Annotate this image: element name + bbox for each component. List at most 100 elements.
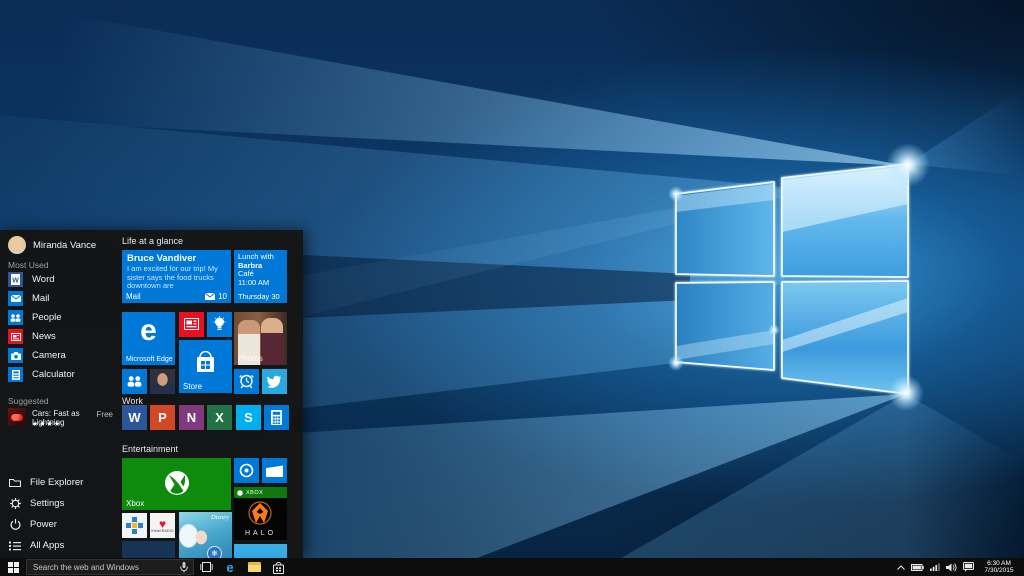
tile-movies-tv[interactable] [262, 458, 287, 483]
sidebar-item-news[interactable]: News [8, 329, 112, 344]
calculator-icon [271, 410, 282, 425]
system-items: File Explorer Settings Power All Apps [0, 472, 118, 556]
calculator-icon [8, 367, 23, 382]
network-signal-icon [929, 563, 940, 571]
tile-frozen-free-fall[interactable]: Disney ❄ [179, 512, 232, 558]
sidebar-item-mail[interactable]: Mail [8, 291, 112, 306]
disney-logo: Disney [210, 514, 229, 521]
tray-action-center[interactable] [960, 558, 977, 576]
user-account[interactable]: Miranda Vance [8, 236, 96, 254]
halo-artwork: HALO [234, 498, 287, 540]
taskbar-search-box[interactable] [26, 559, 194, 575]
taskbar-file-explorer-button[interactable] [242, 558, 266, 576]
tile-groove-music[interactable] [234, 458, 259, 483]
user-avatar [8, 236, 26, 254]
taskbar-clock[interactable]: 6:30 AM 7/30/2015 [977, 560, 1021, 575]
sidebar-item-file-explorer[interactable]: File Explorer [0, 472, 118, 493]
envelope-icon [205, 293, 216, 300]
gear-icon [9, 498, 21, 510]
tile-xbox[interactable]: Xbox [122, 458, 231, 510]
most-used-header: Most Used [8, 260, 49, 270]
clock-date: 7/30/2015 [984, 567, 1014, 574]
clock-time: 6:30 AM [987, 559, 1011, 567]
group-header-glance: Life at a glance [122, 236, 184, 246]
clapperboard-icon [266, 464, 283, 477]
taskbar-store-button[interactable] [266, 558, 290, 576]
sidebar-item-people[interactable]: People [8, 310, 112, 325]
desktop: Miranda Vance Most Used W Word Mail Peop [0, 0, 1024, 576]
people-icon [127, 376, 142, 387]
store-bag-icon [197, 351, 214, 372]
tile-store[interactable]: Store [179, 340, 232, 393]
group-header-entertainment: Entertainment [122, 444, 179, 454]
tray-show-hidden-icons[interactable] [892, 558, 909, 576]
tile-contact-photo[interactable] [150, 369, 175, 394]
xbox-brand-bar: XBOX [234, 487, 287, 498]
camera-icon [8, 348, 23, 363]
sidebar-item-power[interactable]: Power [0, 514, 118, 535]
battery-icon [911, 563, 924, 571]
action-center-icon [963, 562, 974, 572]
lightbulb-icon [213, 316, 226, 330]
edge-icon: e [226, 559, 234, 575]
folder-icon [247, 562, 261, 572]
start-menu-left-panel: Miranda Vance Most Used W Word Mail Peop [0, 230, 118, 558]
tile-mail[interactable]: Bruce Vandiver I am excited for our trip… [122, 250, 231, 303]
tile-photos[interactable]: Photos [234, 312, 287, 365]
tile-microsoft-edge[interactable]: e Microsoft Edge [122, 312, 175, 365]
task-view-icon [199, 562, 213, 572]
tile-alarms[interactable] [234, 369, 259, 394]
tile-skype[interactable]: S [236, 405, 261, 430]
xbox-logo [164, 470, 189, 495]
sidebar-item-calculator[interactable]: Calculator [8, 367, 112, 382]
sidebar-item-camera[interactable]: Camera [8, 348, 112, 363]
alarm-clock-icon [239, 374, 254, 389]
start-button[interactable] [0, 558, 26, 576]
groove-music-icon [239, 463, 254, 478]
tile-people[interactable] [122, 369, 147, 394]
suggested-app-rating: ★★★★ [32, 421, 62, 428]
tray-volume[interactable] [943, 558, 960, 576]
tile-get-started[interactable] [207, 312, 232, 337]
tile-powerpoint[interactable]: P [150, 405, 175, 430]
tile-movies-popcorn[interactable] [122, 541, 175, 558]
tile-twitter[interactable] [262, 369, 287, 394]
chevron-up-icon [896, 564, 905, 570]
tile-onenote[interactable]: N [179, 405, 204, 430]
svg-text:W: W [12, 278, 19, 285]
tile-news[interactable] [179, 312, 204, 337]
xbox-ball-icon [237, 489, 243, 496]
tile-excel[interactable]: X [207, 405, 232, 430]
people-icon [8, 310, 23, 325]
mail-icon [8, 291, 23, 306]
microphone-icon[interactable] [180, 561, 188, 573]
tray-battery[interactable] [909, 558, 926, 576]
tile-tweetium[interactable] [122, 513, 147, 538]
tile-calendar[interactable]: Lunch with Barbra Café 11:00 AM Thursday… [234, 250, 287, 303]
sidebar-item-settings[interactable]: Settings [0, 493, 118, 514]
search-input[interactable] [27, 562, 180, 572]
tile-partial[interactable] [234, 544, 287, 558]
heart-icon: ♥ [158, 516, 167, 531]
suggested-header: Suggested [8, 396, 49, 406]
mail-unread-badge: 10 [205, 292, 227, 301]
store-bag-icon [272, 561, 284, 574]
edge-logo: e [140, 314, 157, 347]
tray-network[interactable] [926, 558, 943, 576]
news-icon [8, 329, 23, 344]
tile-halo[interactable]: XBOX HALO [234, 487, 287, 540]
sidebar-item-all-apps[interactable]: All Apps [0, 535, 118, 556]
tile-iheartradio[interactable]: ♥ iHeartRADIO [150, 513, 175, 538]
start-menu-tiles: Life at a glance Bruce Vandiver I am exc… [122, 230, 299, 558]
taskbar-edge-button[interactable]: e [218, 558, 242, 576]
task-view-button[interactable] [194, 558, 218, 576]
suggested-app-thumbnail[interactable] [8, 408, 26, 426]
speaker-icon [946, 562, 957, 572]
power-icon [9, 519, 21, 531]
file-explorer-icon [9, 477, 21, 489]
tile-calculator[interactable] [264, 405, 289, 430]
taskbar: e 6:30 AM 7/30/2015 [0, 558, 1024, 576]
tile-word[interactable]: W [122, 405, 147, 430]
tweetium-icon [132, 517, 137, 522]
sidebar-item-word[interactable]: W Word [8, 272, 112, 287]
